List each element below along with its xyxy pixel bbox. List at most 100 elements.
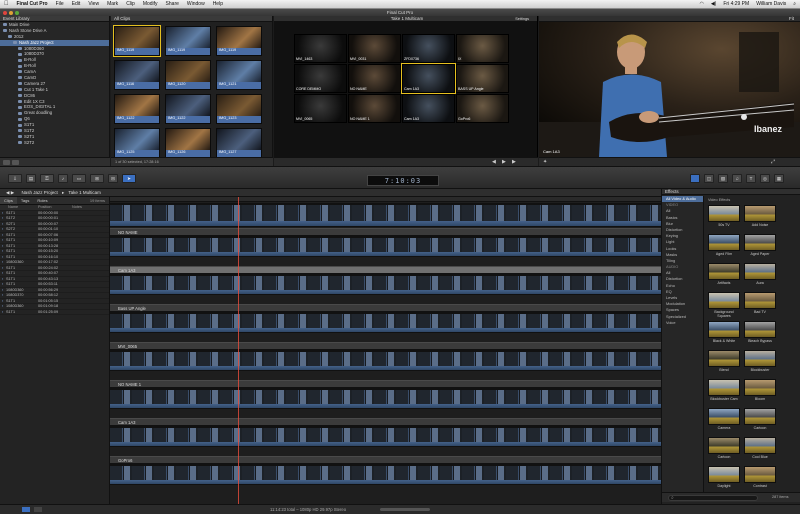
- clip-thumbnail[interactable]: IMG_1123: [216, 94, 262, 124]
- effect-thumbnail[interactable]: [708, 379, 740, 396]
- effect-thumbnail[interactable]: [708, 234, 740, 251]
- inspector-toggle[interactable]: [690, 174, 700, 183]
- clip-thumbnail[interactable]: IMG_1122: [114, 94, 160, 124]
- menu-window[interactable]: Window: [187, 1, 205, 7]
- event-library-toggle[interactable]: ▤: [26, 174, 36, 183]
- menu-clock[interactable]: Fri 4:29 PM: [723, 1, 749, 7]
- clip-thumbnail[interactable]: IMG_1125: [114, 128, 160, 158]
- spotlight-icon[interactable]: ⌕: [793, 1, 796, 7]
- angle-lane-header[interactable]: Cam 1A3: [110, 418, 661, 426]
- angle-cell[interactable]: MVI_0031: [348, 34, 401, 63]
- clip-thumbnail[interactable]: IMG_1119: [113, 25, 161, 57]
- primary-storyline-clip[interactable]: [110, 203, 661, 221]
- playhead[interactable]: [238, 197, 239, 504]
- add-event-icon[interactable]: [3, 160, 10, 165]
- apple-icon[interactable]: : [4, 1, 9, 7]
- angle-cell[interactable]: ZFD0736: [402, 34, 455, 63]
- minimize-window-icon[interactable]: [9, 10, 13, 15]
- audio-enhance-button[interactable]: ♪: [58, 174, 68, 183]
- angle-cell[interactable]: CORE DEMMO: [294, 64, 347, 93]
- angle-lane-clip[interactable]: [110, 426, 661, 442]
- effects-toggle[interactable]: ◫: [704, 174, 714, 183]
- clip-thumbnail[interactable]: IMG_1119: [165, 26, 211, 56]
- clip-thumbnail[interactable]: IMG_1121: [216, 60, 262, 90]
- angle-lane-clip[interactable]: [110, 388, 661, 404]
- audio-waveform[interactable]: [110, 366, 661, 371]
- effect-category[interactable]: Voice: [662, 320, 703, 326]
- volume-icon[interactable]: ◀): [711, 1, 717, 7]
- angle-lane-clip[interactable]: [110, 312, 661, 328]
- effect-thumbnail[interactable]: [744, 292, 776, 309]
- effect-thumbnail[interactable]: [744, 379, 776, 396]
- import-button[interactable]: ⇩: [8, 174, 22, 183]
- index-toggle-button[interactable]: [22, 507, 30, 512]
- effect-thumbnail[interactable]: [744, 234, 776, 251]
- audio-waveform[interactable]: [110, 252, 661, 257]
- angle-cell[interactable]: NO NAME: [348, 64, 401, 93]
- event-tree-item[interactable]: S2T2: [0, 140, 109, 146]
- select-tool-button[interactable]: ➤: [122, 174, 136, 183]
- angle-cell[interactable]: GoPro6: [456, 94, 509, 123]
- menu-share[interactable]: Share: [166, 1, 179, 7]
- menu-app[interactable]: Final Cut Pro: [17, 1, 48, 7]
- audio-waveform[interactable]: [110, 404, 661, 409]
- effect-thumbnail[interactable]: [708, 292, 740, 309]
- viewer-zoom[interactable]: Fit: [789, 16, 794, 21]
- effect-thumbnail[interactable]: [744, 205, 776, 222]
- titles-button[interactable]: T: [746, 174, 756, 183]
- effect-thumbnail[interactable]: [744, 437, 776, 454]
- append-button[interactable]: ▭: [72, 174, 86, 183]
- menu-user[interactable]: William Davis: [756, 1, 786, 7]
- generators-button[interactable]: ◎: [760, 174, 770, 183]
- angle-lane-clip[interactable]: [110, 274, 661, 290]
- tab-roles[interactable]: Roles: [33, 197, 51, 204]
- menu-clip[interactable]: Clip: [126, 1, 135, 7]
- effect-thumbnail[interactable]: [744, 466, 776, 483]
- angle-cell[interactable]: BASS UP Angle: [456, 64, 509, 93]
- photo-browser-button[interactable]: ▧: [718, 174, 728, 183]
- angle-cell[interactable]: MVI_0065: [294, 94, 347, 123]
- effect-thumbnail[interactable]: [708, 350, 740, 367]
- angle-lane-clip[interactable]: [110, 236, 661, 252]
- index-row[interactable]: ▪ S1T1 00:01:25:09: [0, 310, 109, 315]
- angle-lane-header[interactable]: GoPro6: [110, 456, 661, 464]
- menu-file[interactable]: File: [56, 1, 64, 7]
- audio-waveform[interactable]: [110, 328, 661, 333]
- angle-lane-clip[interactable]: [110, 350, 661, 366]
- project-breadcrumb[interactable]: Nash Jazz Project: [21, 190, 57, 195]
- clip-thumbnail[interactable]: IMG_1119: [216, 26, 262, 56]
- column-notes[interactable]: Notes: [72, 205, 102, 210]
- angle-lane-header[interactable]: Bass UP Angle: [110, 304, 661, 312]
- effect-thumbnail[interactable]: [744, 321, 776, 338]
- close-window-icon[interactable]: [3, 10, 7, 15]
- angle-lane-header[interactable]: Cam 1A3: [110, 266, 661, 274]
- audio-waveform[interactable]: [110, 221, 661, 227]
- zoom-window-icon[interactable]: [15, 10, 19, 15]
- effect-thumbnail[interactable]: [708, 263, 740, 280]
- clip-thumbnail[interactable]: IMG_1127: [216, 128, 262, 158]
- column-position[interactable]: Position: [38, 205, 72, 210]
- themes-button[interactable]: ▦: [774, 174, 784, 183]
- menu-view[interactable]: View: [88, 1, 99, 7]
- effect-thumbnail[interactable]: [708, 408, 740, 425]
- effect-thumbnail[interactable]: [744, 350, 776, 367]
- audio-waveform[interactable]: [110, 290, 661, 295]
- timeline-ruler[interactable]: [110, 197, 661, 202]
- angle-cell[interactable]: Cam 1A3: [401, 63, 456, 94]
- effect-thumbnail[interactable]: [708, 205, 740, 222]
- next-frame-icon[interactable]: ▶: [512, 159, 516, 165]
- audio-waveform[interactable]: [110, 442, 661, 447]
- music-browser-button[interactable]: ♫: [732, 174, 742, 183]
- clip-thumbnail[interactable]: IMG_1120: [165, 60, 211, 90]
- menu-edit[interactable]: Edit: [72, 1, 81, 7]
- wifi-icon[interactable]: ◠: [699, 1, 703, 7]
- angle-lane-header[interactable]: NO NAME 1: [110, 380, 661, 388]
- keyword-button[interactable]: ⚿: [40, 174, 54, 183]
- menu-modify[interactable]: Modify: [143, 1, 158, 7]
- viewer-enhance-icon[interactable]: ✦: [543, 159, 547, 165]
- angle-lane-clip[interactable]: [110, 464, 661, 480]
- menu-mark[interactable]: Mark: [107, 1, 118, 7]
- effect-thumbnail[interactable]: [744, 263, 776, 280]
- column-name[interactable]: Name: [0, 205, 38, 210]
- insert-button[interactable]: ⊞: [90, 174, 104, 183]
